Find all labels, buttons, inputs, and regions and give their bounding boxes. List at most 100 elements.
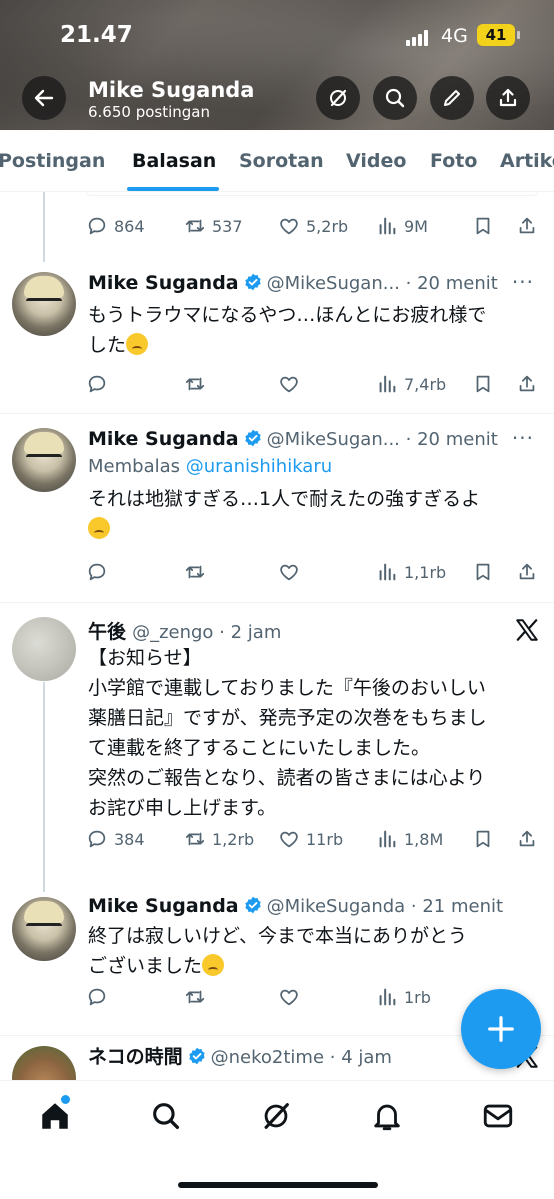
repost-icon bbox=[185, 990, 205, 1004]
bookmark-icon bbox=[476, 217, 490, 235]
tab-postingan[interactable]: Postingan bbox=[0, 150, 105, 172]
post-time: 20 menit bbox=[417, 273, 498, 294]
post-item[interactable]: 午後 @_zengo · 2 jam 【お知らせ】 小学館で連載しておりました『午… bbox=[0, 603, 554, 893]
post-time: 21 menit bbox=[422, 896, 504, 917]
post-item[interactable]: Mike Suganda @MikeSugan... · 20 menit ···… bbox=[0, 414, 554, 602]
nav-notifications[interactable] bbox=[370, 1099, 404, 1133]
like-button[interactable] bbox=[278, 370, 300, 398]
verified-badge-icon bbox=[244, 273, 261, 291]
repost-button[interactable] bbox=[184, 370, 206, 398]
post-text: もうトラウマになるやつ…ほんとにお疲れ様で した bbox=[88, 304, 487, 356]
reply-button[interactable] bbox=[86, 983, 108, 1011]
post-time: 20 menit bbox=[417, 429, 498, 450]
author-name[interactable]: 午後 bbox=[88, 621, 126, 643]
views-icon bbox=[379, 563, 396, 581]
avatar[interactable] bbox=[12, 897, 76, 961]
reply-button[interactable] bbox=[86, 558, 108, 586]
bookmark-button[interactable] bbox=[472, 825, 494, 853]
author-name[interactable]: Mike Suganda bbox=[88, 895, 239, 917]
views-button[interactable]: 9M bbox=[376, 212, 428, 240]
repost-button[interactable] bbox=[184, 983, 206, 1011]
verified-badge-icon bbox=[244, 429, 261, 447]
share-post-button[interactable] bbox=[516, 212, 538, 240]
compose-button[interactable] bbox=[461, 989, 541, 1069]
search-button[interactable] bbox=[373, 76, 417, 120]
signal-icon bbox=[406, 30, 430, 46]
views-button[interactable]: 1,8M bbox=[376, 825, 443, 853]
reply-button[interactable]: 384 bbox=[86, 825, 145, 853]
tab-artikel[interactable]: Artikel bbox=[500, 150, 554, 172]
reply-icon bbox=[88, 988, 106, 1006]
nav-grok[interactable] bbox=[259, 1099, 293, 1133]
profile-tabs: Postingan Balasan Sorotan Video Foto Art… bbox=[0, 130, 554, 192]
heart-icon bbox=[280, 218, 298, 235]
views-button[interactable]: 7,4rb bbox=[376, 370, 446, 398]
back-button[interactable] bbox=[22, 76, 66, 120]
more-options-icon[interactable]: ··· bbox=[512, 426, 534, 450]
share-icon bbox=[519, 563, 535, 580]
nav-messages[interactable] bbox=[481, 1099, 515, 1133]
status-time: 21.47 bbox=[60, 22, 133, 48]
reply-button[interactable] bbox=[86, 370, 108, 398]
views-button[interactable]: 1rb bbox=[376, 983, 431, 1011]
author-name[interactable]: Mike Suganda bbox=[88, 428, 239, 450]
tab-foto[interactable]: Foto bbox=[430, 150, 477, 172]
author-name[interactable]: Mike Suganda bbox=[88, 272, 239, 294]
repost-button[interactable]: 537 bbox=[184, 212, 243, 240]
verified-badge-icon bbox=[188, 1047, 205, 1065]
share-post-button[interactable] bbox=[516, 370, 538, 398]
like-button[interactable]: 11rb bbox=[278, 825, 343, 853]
author-handle: @MikeSugan... bbox=[266, 429, 400, 450]
share-button[interactable] bbox=[486, 76, 530, 120]
share-post-button[interactable] bbox=[516, 558, 538, 586]
bookmark-icon bbox=[476, 375, 490, 393]
heart-icon bbox=[280, 376, 298, 393]
reply-button[interactable]: 864 bbox=[86, 212, 145, 240]
share-icon bbox=[519, 375, 535, 392]
share-post-button[interactable] bbox=[516, 825, 538, 853]
mention-link[interactable]: @uranishihikaru bbox=[186, 456, 332, 477]
author-handle: @neko2time bbox=[210, 1047, 325, 1068]
active-tab-indicator bbox=[127, 187, 219, 191]
post-header: Mike Suganda @MikeSugan... · 20 menit bbox=[88, 272, 498, 294]
repost-button[interactable]: 1,2rb bbox=[184, 825, 254, 853]
views-button[interactable]: 1,1rb bbox=[376, 558, 446, 586]
avatar[interactable] bbox=[12, 428, 76, 492]
post-item[interactable]: Mike Suganda @MikeSugan... · 20 menit ···… bbox=[0, 262, 554, 414]
post-time: 4 jam bbox=[341, 1047, 392, 1068]
repost-button[interactable] bbox=[184, 558, 206, 586]
repost-icon bbox=[185, 832, 205, 846]
bookmark-button[interactable] bbox=[472, 558, 494, 586]
grok-icon bbox=[264, 1103, 289, 1129]
more-options-icon[interactable]: ··· bbox=[512, 270, 534, 294]
avatar[interactable] bbox=[12, 1046, 76, 1080]
crying-emoji-icon bbox=[126, 333, 149, 355]
tab-video[interactable]: Video bbox=[346, 150, 406, 172]
reply-count: 864 bbox=[114, 216, 145, 236]
grok-icon bbox=[330, 89, 347, 107]
views-count: 1,8M bbox=[404, 829, 444, 849]
nav-search[interactable] bbox=[149, 1099, 183, 1133]
grok-button[interactable] bbox=[316, 76, 360, 120]
network-label: 4G bbox=[441, 25, 468, 47]
avatar[interactable] bbox=[12, 272, 76, 336]
mail-icon bbox=[483, 1104, 513, 1128]
reply-count: 384 bbox=[114, 829, 145, 849]
like-button[interactable] bbox=[278, 983, 300, 1011]
edit-button[interactable] bbox=[430, 76, 474, 120]
tab-balasan[interactable]: Balasan bbox=[132, 150, 216, 172]
bookmark-button[interactable] bbox=[472, 370, 494, 398]
like-button[interactable]: 5,2rb bbox=[278, 212, 348, 240]
views-count: 1,1rb bbox=[404, 562, 447, 582]
avatar[interactable] bbox=[12, 617, 76, 681]
post-item[interactable]: 864 537 5,2rb 9M bbox=[0, 192, 554, 260]
post-header: Mike Suganda @MikeSugan... · 20 menit bbox=[88, 428, 498, 450]
bookmark-button[interactable] bbox=[472, 212, 494, 240]
views-count: 7,4rb bbox=[404, 374, 447, 394]
author-name[interactable]: ネコの時間 bbox=[88, 1046, 183, 1068]
replies-feed: 864 537 5,2rb 9M Mike Suganda @MikeSugan… bbox=[0, 192, 554, 1080]
like-button[interactable] bbox=[278, 558, 300, 586]
tab-sorotan[interactable]: Sorotan bbox=[239, 150, 324, 172]
nav-home[interactable] bbox=[38, 1099, 72, 1133]
repost-icon bbox=[185, 219, 205, 233]
